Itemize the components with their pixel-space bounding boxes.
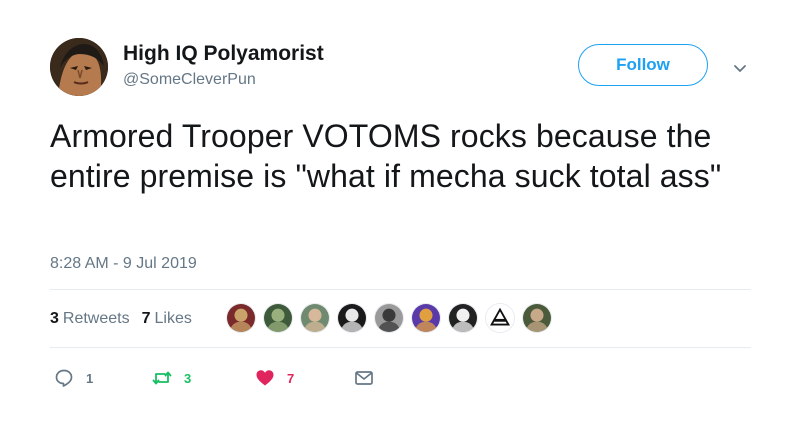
avatar-gray-figure[interactable] (374, 303, 404, 333)
author-handle[interactable]: @SomeCleverPun (123, 70, 256, 90)
likes-label: Likes (154, 310, 192, 327)
like-count: 7 (287, 370, 295, 386)
tweet-text: Armored Trooper VOTOMS rocks because the… (50, 118, 722, 194)
retweet-count: 3 (184, 370, 192, 386)
heart-icon (256, 370, 274, 386)
avatar-cap-man[interactable] (522, 303, 552, 333)
tweet-card: High IQ Polyamorist @SomeCleverPun Follo… (0, 0, 799, 424)
chevron-down-icon[interactable] (732, 60, 748, 76)
divider (50, 289, 751, 290)
avatar-image (50, 38, 108, 96)
avatar-logo-triangle[interactable] (485, 303, 515, 333)
author-display-name[interactable]: High IQ Polyamorist (123, 42, 324, 66)
avatar-purple-landscape[interactable] (411, 303, 441, 333)
tweet-actions: 1 3 7 (50, 367, 410, 389)
likes-count: 7 (141, 310, 151, 327)
reply-button[interactable]: 1 (54, 367, 93, 389)
like-button[interactable]: 7 (255, 367, 294, 389)
direct-message-button[interactable] (354, 367, 374, 389)
avatar-bw-portrait[interactable] (448, 303, 478, 333)
envelope-icon (355, 371, 373, 385)
tweet-timestamp[interactable]: 8:28 AM - 9 Jul 2019 (50, 254, 197, 274)
retweets-count: 3 (50, 310, 59, 327)
reply-icon (55, 369, 73, 387)
avatar-glasses-man[interactable] (300, 303, 330, 333)
likes-stat[interactable]: 7 Likes (142, 310, 192, 328)
author-avatar[interactable] (50, 38, 108, 96)
avatar-bw-face[interactable] (337, 303, 367, 333)
retweet-icon (152, 371, 172, 385)
liker-avatars (226, 303, 559, 333)
retweet-button[interactable]: 3 (152, 367, 191, 389)
avatar-creature[interactable] (263, 303, 293, 333)
reply-count: 1 (86, 370, 94, 386)
divider (50, 347, 751, 348)
tweet-stats: 3 Retweets 7 Likes (50, 309, 204, 329)
retweets-label: Retweets (62, 310, 130, 327)
follow-button[interactable]: Follow (578, 44, 708, 86)
avatar-mech[interactable] (226, 303, 256, 333)
retweets-stat[interactable]: 3 Retweets (50, 310, 130, 328)
